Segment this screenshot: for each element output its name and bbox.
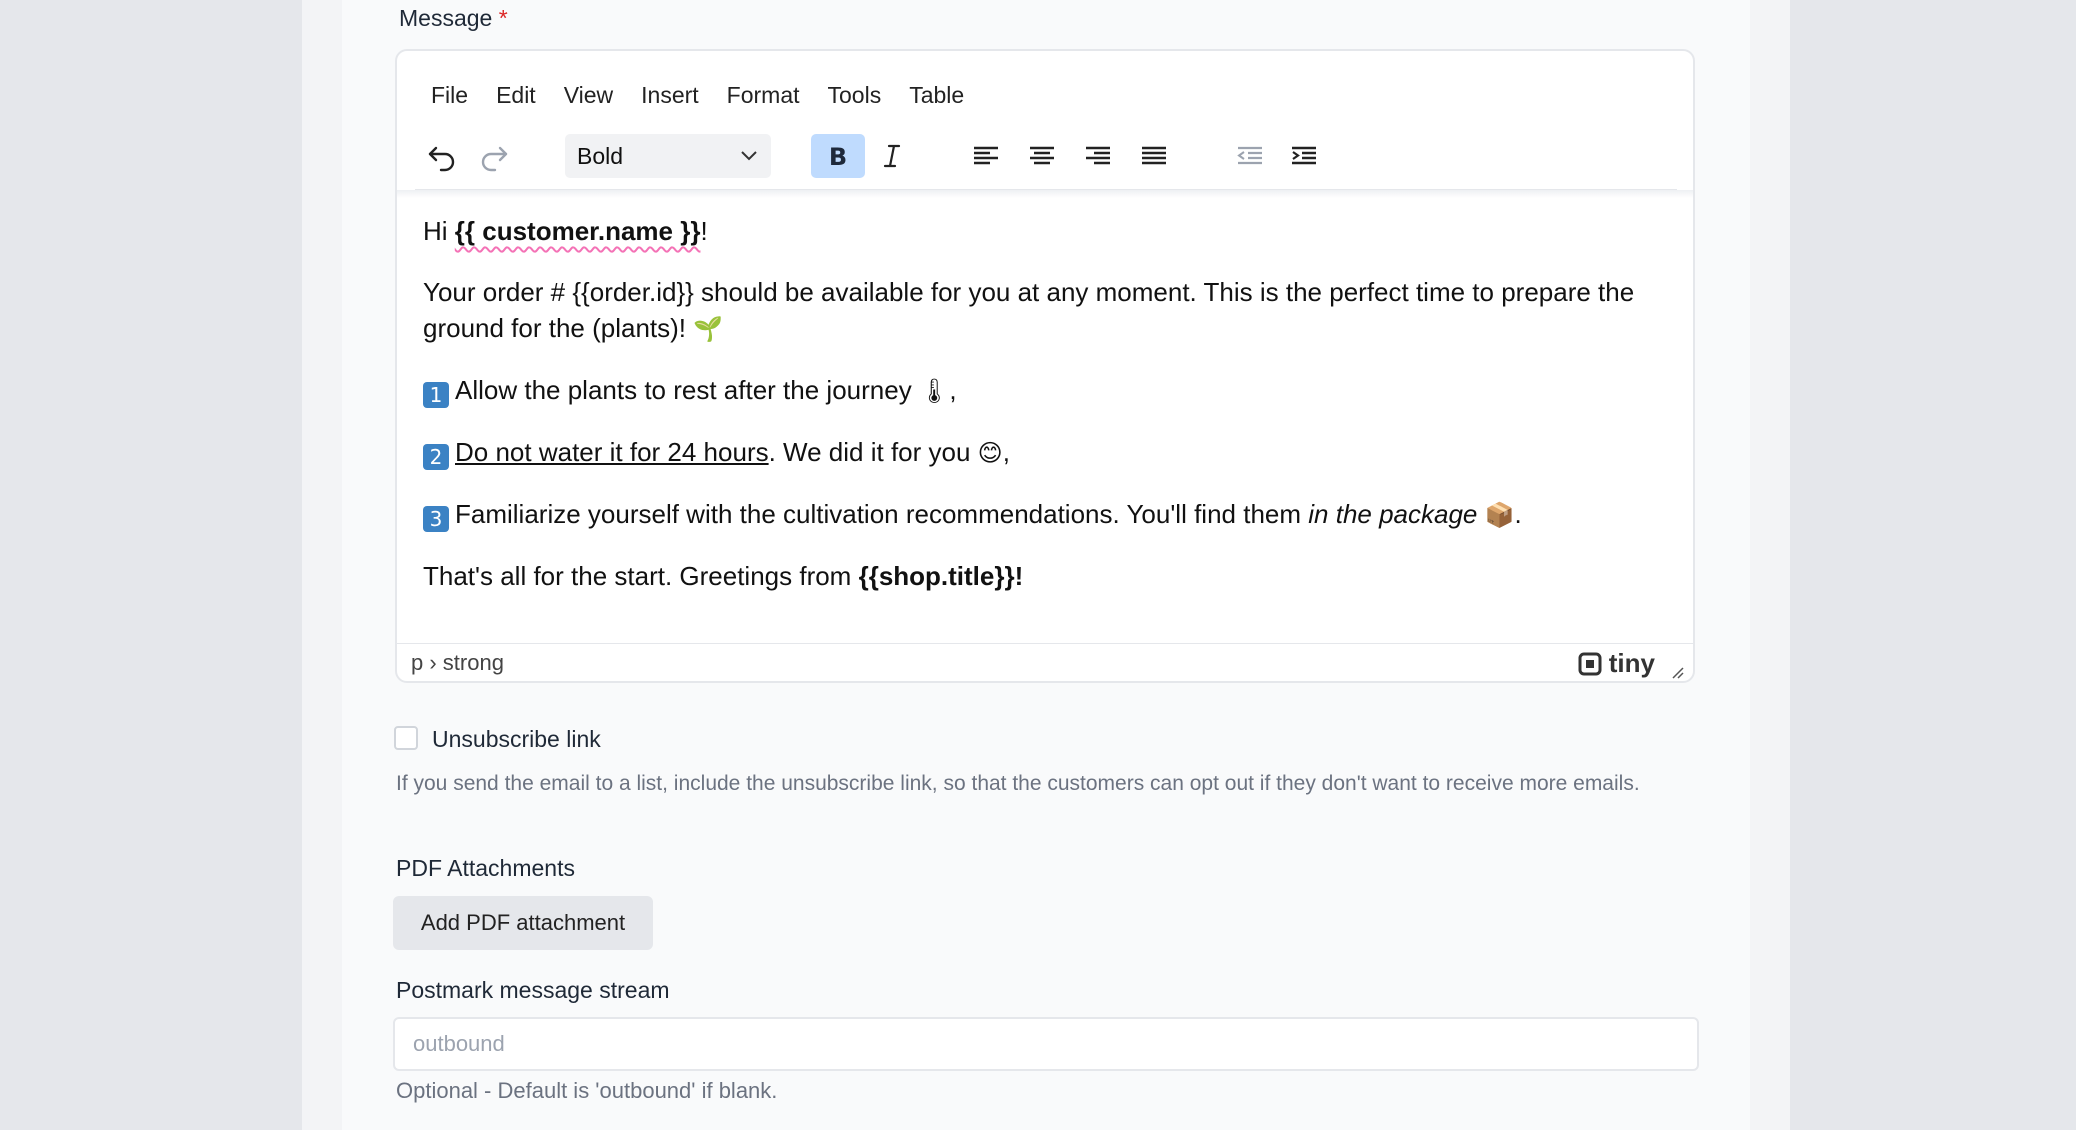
menu-format[interactable]: Format [713,75,814,115]
unsubscribe-help-text: If you send the email to a list, include… [396,772,1640,795]
paragraph-step-2: 2 Do not water it for 24 hours. We did it… [423,434,1673,471]
tiny-logo-icon [1578,652,1602,675]
toolbar-shadow [397,190,1693,198]
svg-text:B: B [829,143,847,171]
italic-button[interactable] [865,134,919,178]
tiny-logo[interactable]: tiny [1577,648,1655,679]
bold-button[interactable]: B [811,134,865,178]
block-format-value: Bold [577,143,624,169]
tiny-brand-text: tiny [1608,648,1655,678]
align-center-button[interactable] [1015,134,1069,178]
add-pdf-attachment-button[interactable]: Add PDF attachment [393,896,653,950]
shop-title-token: {{shop.title}}! [858,561,1024,591]
editor-statusbar: p › strong tiny [397,643,1693,684]
unsubscribe-checkbox[interactable] [394,726,418,750]
seedling-icon: 🌱 [693,315,724,343]
keycap-1-icon: 1 [423,382,449,408]
step-1-text: Allow the plants to rest after the journ… [455,375,919,405]
italic-icon [883,144,901,168]
pdf-attachments-label: PDF Attachments [396,855,575,881]
greeting-text: Hi [423,216,455,246]
message-label: Message * [399,5,508,32]
step-2-text: . We did it for you [768,437,978,467]
order-text: Your order # {{order.id}} should be avai… [423,277,1635,343]
customer-name-token: {{ customer.name }} [454,216,701,246]
redo-button[interactable] [467,134,521,178]
greeting-end: ! [700,216,708,246]
paragraph-greeting: Hi {{ customer.name }}! [423,213,1673,249]
underlined-text: Do not water it for 24 hours [455,437,769,467]
closing-text: That's all for the start. Greetings from [423,561,859,591]
bold-icon: B [829,143,847,171]
paragraph-order: Your order # {{order.id}} should be avai… [423,274,1673,347]
align-right-icon [1086,146,1110,165]
italic-text: in the package [1308,499,1478,529]
smile-icon: 😊 [977,439,1003,467]
package-icon: 📦 [1484,501,1515,529]
indent-button[interactable] [1277,134,1331,178]
message-stream-hint: Optional - Default is 'outbound' if blan… [396,1078,778,1103]
indent-icon [1292,146,1316,165]
editor-toolbar: Bold B [415,131,1677,190]
keycap-2-icon: 2 [423,444,449,470]
message-stream-label: Postmark message stream [396,977,670,1003]
resize-handle-icon[interactable] [1669,664,1685,680]
element-path[interactable]: p › strong [411,650,504,676]
editor-menubar: File Edit View Insert Format Tools Table [431,75,978,115]
step-1-end: , [949,375,957,405]
justify-button[interactable] [1127,134,1181,178]
paragraph-step-3: 3 Familiarize yourself with the cultivati… [423,496,1673,533]
justify-icon [1142,146,1166,165]
redo-icon [481,146,508,172]
unsubscribe-label[interactable]: Unsubscribe link [432,726,601,753]
step-3-end: . [1514,499,1522,529]
chevron-down-icon [741,151,757,161]
paragraph-closing: That's all for the start. Greetings from… [423,558,1673,594]
rich-text-editor: File Edit View Insert Format Tools Table… [395,49,1695,683]
editor-content[interactable]: Hi {{ customer.name }}! Your order # {{o… [423,213,1673,619]
align-center-icon [1030,146,1054,165]
step-3-text: Familiarize yourself with the cultivatio… [455,499,1309,529]
paragraph-step-1: 1 Allow the plants to rest after the jour… [423,372,1673,409]
menu-view[interactable]: View [550,75,627,115]
menu-edit[interactable]: Edit [482,75,550,115]
required-mark: * [498,5,508,31]
undo-icon [428,146,455,172]
align-left-button[interactable] [959,134,1013,178]
menu-tools[interactable]: Tools [814,75,896,115]
outdent-icon [1237,146,1262,165]
thermometer-icon: 🌡 [918,377,950,405]
align-left-icon [974,146,998,165]
menu-table[interactable]: Table [895,75,978,115]
keycap-3-icon: 3 [423,506,449,532]
message-stream-input[interactable] [393,1017,1699,1071]
menu-insert[interactable]: Insert [627,75,713,115]
menu-file[interactable]: File [431,75,482,115]
step-2-end: , [1002,437,1010,467]
block-format-select[interactable]: Bold [565,134,771,178]
align-right-button[interactable] [1071,134,1125,178]
outdent-button[interactable] [1223,134,1277,178]
message-label-text: Message [399,5,493,31]
undo-button[interactable] [415,134,469,178]
